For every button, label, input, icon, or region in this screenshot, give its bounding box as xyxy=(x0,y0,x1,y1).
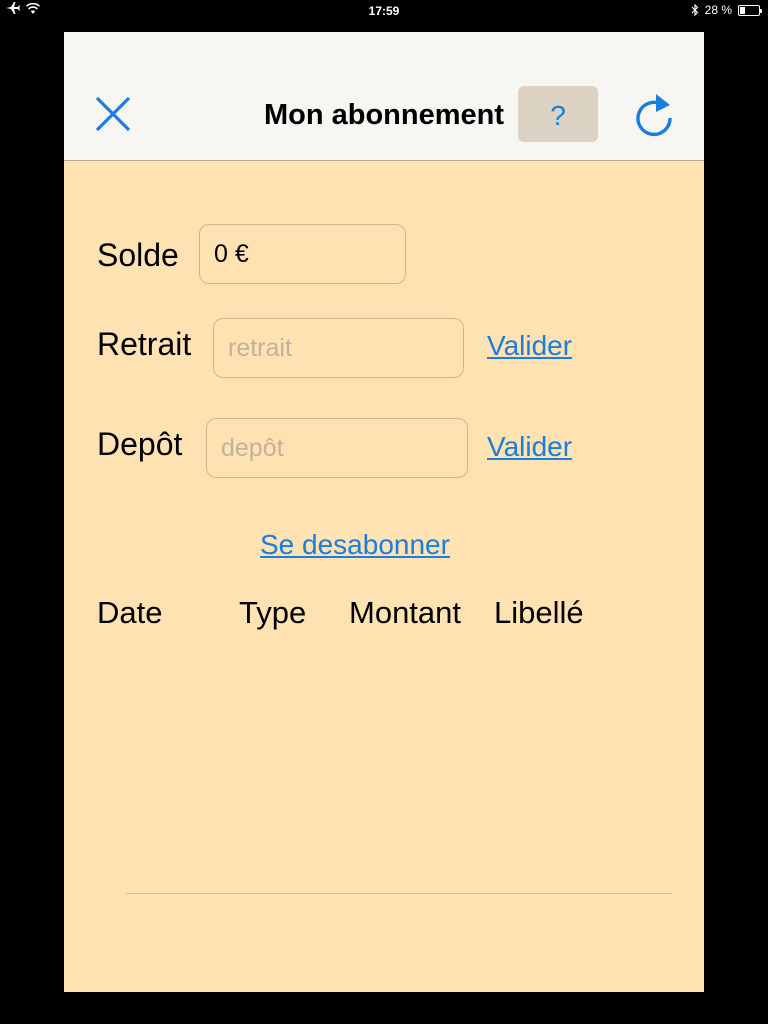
page-title: Mon abonnement xyxy=(263,99,505,131)
column-header-libelle: Libellé xyxy=(494,595,584,630)
column-header-type: Type xyxy=(239,595,307,630)
column-header-date: Date xyxy=(97,595,163,630)
retrait-label: Retrait xyxy=(97,326,192,362)
refresh-icon xyxy=(636,94,672,137)
battery-percent: 28 % xyxy=(704,3,732,17)
depot-label: Depôt xyxy=(97,426,183,462)
status-time: 17:59 xyxy=(368,4,400,18)
retrait-validate-link[interactable]: Valider xyxy=(487,330,572,362)
battery-fill xyxy=(740,6,745,14)
status-bar: 17:59 28 % xyxy=(0,0,768,22)
depot-validate-link[interactable]: Valider xyxy=(487,431,572,463)
status-right: 28 % xyxy=(691,3,762,17)
help-button[interactable]: ? xyxy=(518,86,598,142)
retrait-input[interactable] xyxy=(213,318,464,378)
subscription-sheet: Mon abonnement ? Solde Retrait Valider D… xyxy=(64,32,704,992)
navigation-bar: Mon abonnement ? xyxy=(64,32,704,161)
refresh-button[interactable] xyxy=(632,92,676,138)
depot-input[interactable] xyxy=(206,418,468,478)
solde-field xyxy=(199,224,406,284)
bluetooth-icon xyxy=(691,4,698,16)
table-divider xyxy=(126,893,672,894)
solde-label: Solde xyxy=(97,237,179,273)
unsubscribe-link[interactable]: Se desabonner xyxy=(260,529,450,561)
column-header-montant: Montant xyxy=(349,595,462,630)
battery-icon xyxy=(738,4,762,16)
